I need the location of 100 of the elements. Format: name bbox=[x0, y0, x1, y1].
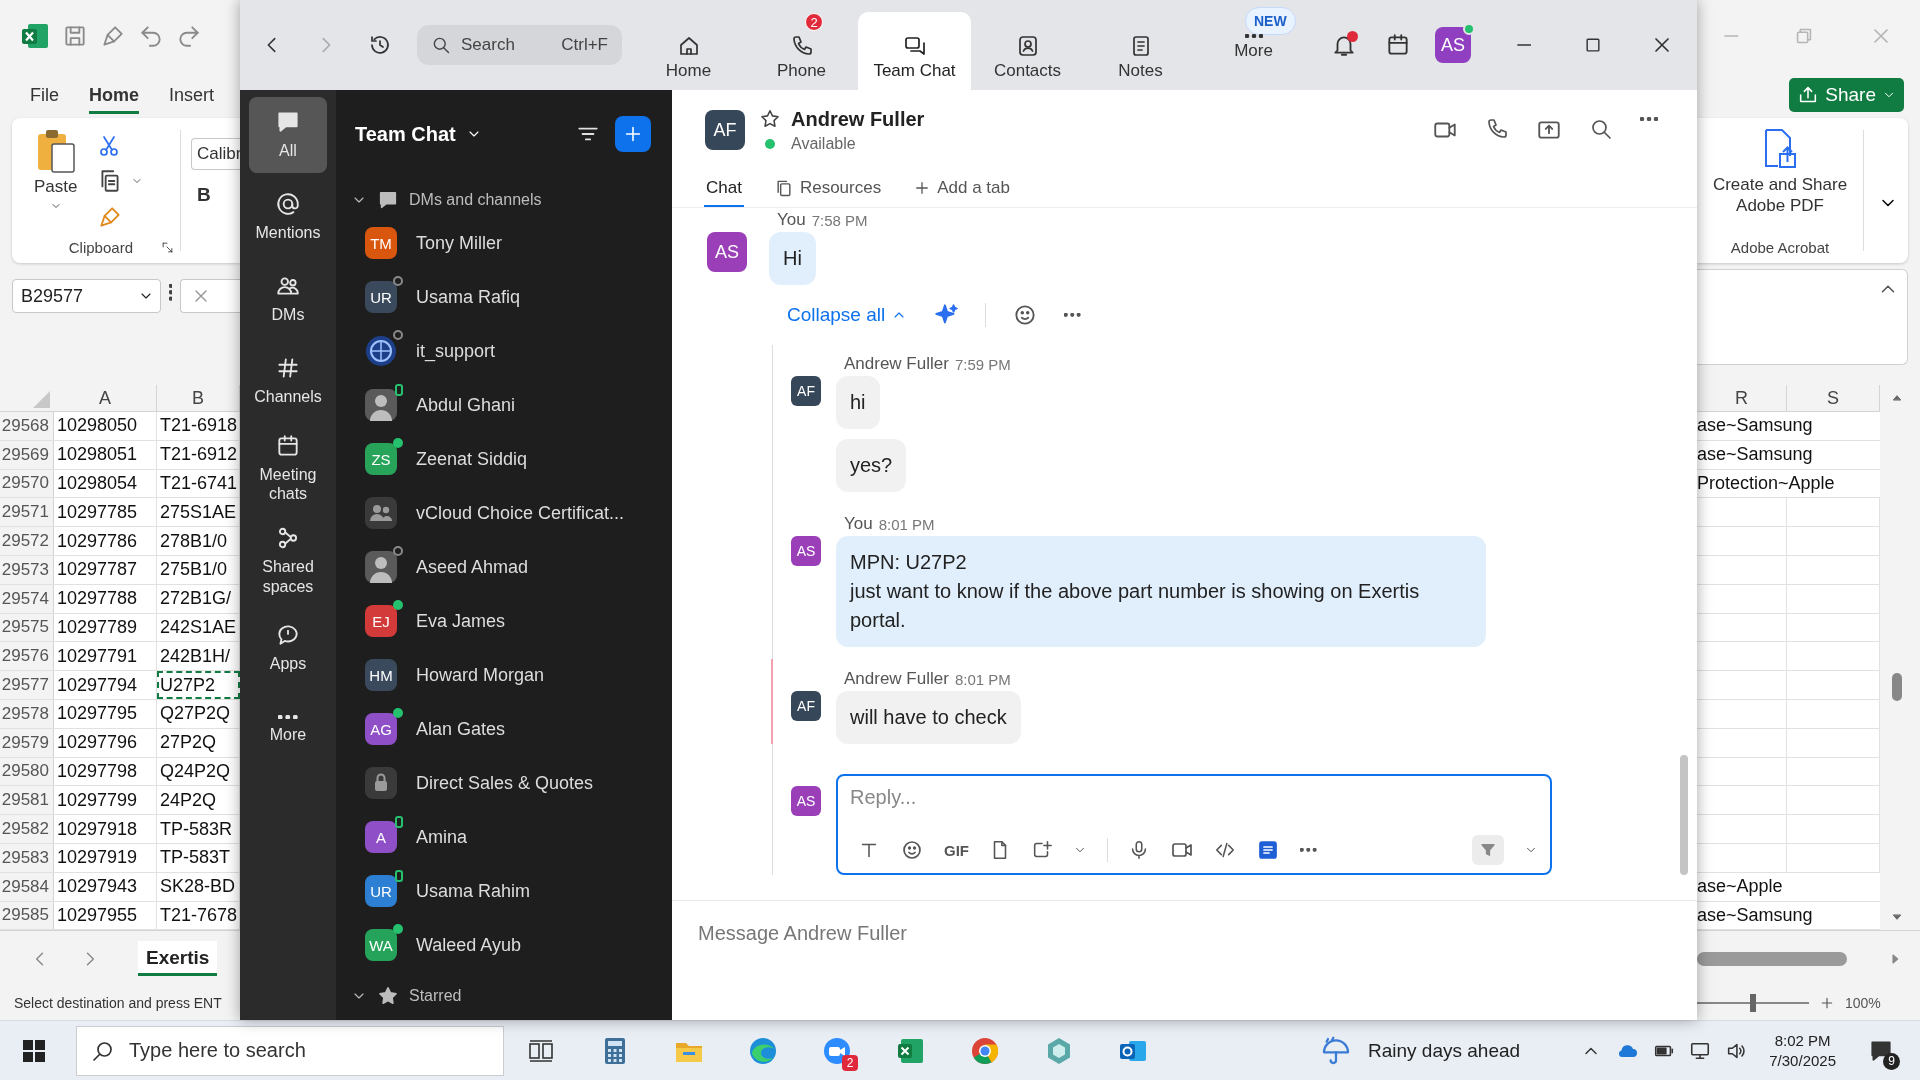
section-header[interactable]: DMs and channels bbox=[336, 184, 672, 216]
rail-tab[interactable]: Apps bbox=[249, 609, 327, 686]
create-pdf-button[interactable]: Create and Share Adobe PDF bbox=[1710, 128, 1850, 216]
table-cell[interactable]: 10297919 bbox=[54, 843, 157, 872]
table-cell[interactable]: ase~Apple bbox=[1697, 872, 1787, 901]
chat-list-item[interactable]: Direct Sales & Quotes bbox=[336, 756, 672, 810]
table-cell[interactable]: 10298051 bbox=[54, 440, 157, 469]
umbrella-icon[interactable] bbox=[1320, 1034, 1352, 1067]
table-cell[interactable]: 10297799 bbox=[54, 786, 157, 815]
row-number[interactable]: 29573 bbox=[0, 556, 54, 584]
undo-icon[interactable] bbox=[138, 23, 164, 49]
chat-list-item[interactable]: UR Usama Rafiq bbox=[336, 270, 672, 324]
note-icon[interactable] bbox=[1256, 838, 1280, 862]
search-icon[interactable] bbox=[1589, 117, 1613, 141]
table-cell[interactable]: 10297955 bbox=[54, 901, 157, 930]
table-cell[interactable]: 10297796 bbox=[54, 728, 157, 757]
row-number[interactable]: 29581 bbox=[0, 786, 54, 815]
table-cell[interactable]: 10297789 bbox=[54, 613, 157, 642]
chat-list-item[interactable]: Aseed Ahmad bbox=[336, 540, 672, 594]
row-number[interactable]: 29571 bbox=[0, 498, 54, 527]
table-cell[interactable]: 10297918 bbox=[54, 815, 157, 843]
search-field[interactable]: Search Ctrl+F bbox=[417, 25, 622, 65]
sheet-tab[interactable]: Exertis bbox=[138, 941, 218, 977]
row-number[interactable]: 29583 bbox=[0, 843, 54, 872]
chat-list-item[interactable]: EJ Eva James bbox=[336, 594, 672, 648]
nav-tab[interactable]: More bbox=[1197, 34, 1310, 90]
chat-list-item[interactable]: TM Tony Miller bbox=[336, 216, 672, 270]
table-cell[interactable]: 10297787 bbox=[54, 556, 157, 584]
menu-tab[interactable]: Home bbox=[89, 76, 140, 114]
taskbar-search-field[interactable]: Type here to search bbox=[76, 1025, 504, 1076]
rail-tab[interactable]: Meeting chats bbox=[249, 425, 327, 512]
vertical-dots-icon[interactable] bbox=[168, 284, 173, 301]
redo-icon[interactable] bbox=[176, 23, 202, 49]
scrollbar-thumb[interactable] bbox=[1697, 951, 1847, 966]
section-header[interactable]: Starred bbox=[336, 972, 672, 1020]
clock-time[interactable]: 8:02 PM bbox=[1774, 1032, 1831, 1049]
windows-logo-icon[interactable] bbox=[22, 1038, 46, 1063]
bold-button[interactable]: B bbox=[191, 184, 240, 206]
clock-date[interactable]: 7/30/2025 bbox=[1769, 1052, 1836, 1069]
slider-thumb[interactable] bbox=[1750, 994, 1756, 1013]
reply-box[interactable]: Reply... GIF bbox=[836, 774, 1552, 875]
chat-list-item[interactable]: A Amina bbox=[336, 810, 672, 864]
row-number[interactable]: 29576 bbox=[0, 642, 54, 671]
chat-tab[interactable]: Chat bbox=[704, 170, 744, 207]
chat-list-item[interactable]: HM Howard Morgan bbox=[336, 648, 672, 702]
table-cell[interactable]: 10298050 bbox=[54, 412, 157, 440]
nav-tab[interactable]: Notes bbox=[1084, 34, 1197, 90]
scrollbar-thumb[interactable] bbox=[1892, 673, 1902, 701]
row-number[interactable]: 29585 bbox=[0, 901, 54, 930]
table-cell[interactable]: 10297795 bbox=[54, 699, 157, 728]
favorite-star-icon[interactable] bbox=[759, 108, 781, 130]
column-header[interactable]: A bbox=[54, 385, 157, 411]
collapse-thread-link[interactable]: Collapse all bbox=[787, 304, 908, 326]
table-cell[interactable]: 10297791 bbox=[54, 642, 157, 671]
paste-button[interactable]: Paste bbox=[34, 128, 78, 231]
table-cell[interactable]: 10297788 bbox=[54, 584, 157, 613]
emoji-icon[interactable] bbox=[900, 838, 924, 862]
add-tab-button[interactable]: Add a tab bbox=[911, 170, 1012, 207]
chat-list-item[interactable]: ZS Zeenat Siddiq bbox=[336, 432, 672, 486]
menu-tab[interactable]: File bbox=[30, 76, 59, 114]
table-cell[interactable]: 10298054 bbox=[54, 469, 157, 498]
table-cell[interactable]: Protection~Apple bbox=[1697, 469, 1835, 498]
chat-list-item[interactable]: vCloud Choice Certificat... bbox=[336, 486, 672, 540]
table-cell[interactable]: 10297786 bbox=[54, 527, 157, 555]
table-cell[interactable]: ase~Samsung bbox=[1697, 440, 1813, 469]
chat-list-item[interactable]: UR Usama Rahim bbox=[336, 864, 672, 918]
chat-list-item[interactable]: AG Alan Gates bbox=[336, 702, 672, 756]
row-number[interactable]: 29584 bbox=[0, 872, 54, 901]
row-number[interactable]: 29574 bbox=[0, 584, 54, 613]
message-field[interactable]: Message Andrew Fuller bbox=[696, 917, 1673, 949]
table-cell[interactable]: ase~Samsung bbox=[1697, 901, 1813, 930]
table-cell[interactable]: 10297785 bbox=[54, 498, 157, 527]
new-chat-button[interactable] bbox=[615, 116, 651, 152]
chat-tab[interactable]: Resources bbox=[771, 170, 884, 207]
row-number[interactable]: 29569 bbox=[0, 440, 54, 469]
more-icon[interactable] bbox=[1300, 848, 1317, 852]
row-number[interactable]: 29580 bbox=[0, 757, 54, 786]
share-button[interactable]: Share bbox=[1789, 78, 1904, 112]
table-cell[interactable]: 10297943 bbox=[54, 872, 157, 901]
name-box-field[interactable]: B29577 bbox=[12, 279, 161, 313]
row-number[interactable]: 29577 bbox=[0, 671, 54, 699]
nav-tab[interactable]: Contacts bbox=[971, 34, 1084, 90]
nav-tab[interactable]: Home bbox=[632, 34, 745, 90]
save-icon[interactable] bbox=[62, 23, 88, 49]
row-number[interactable]: 29570 bbox=[0, 469, 54, 498]
send-button[interactable] bbox=[1472, 835, 1504, 865]
row-number[interactable]: 29582 bbox=[0, 815, 54, 843]
chat-list-item[interactable]: it_support bbox=[336, 324, 672, 378]
table-cell[interactable]: ase~Samsung bbox=[1697, 412, 1813, 440]
column-header[interactable]: R bbox=[1697, 385, 1787, 411]
rail-tab[interactable]: Mentions bbox=[249, 179, 327, 255]
rail-tab[interactable]: More bbox=[249, 691, 327, 768]
table-cell[interactable]: 10297794 bbox=[54, 671, 157, 699]
rail-tab[interactable]: Shared spaces bbox=[249, 517, 327, 604]
phone-icon[interactable] bbox=[1485, 117, 1509, 141]
more-icon[interactable] bbox=[1064, 313, 1081, 317]
rail-tab[interactable]: All bbox=[249, 97, 327, 173]
dialog-launcher-icon[interactable] bbox=[161, 240, 174, 254]
profile-avatar[interactable]: AS bbox=[1435, 27, 1471, 63]
row-number[interactable]: 29575 bbox=[0, 613, 54, 642]
